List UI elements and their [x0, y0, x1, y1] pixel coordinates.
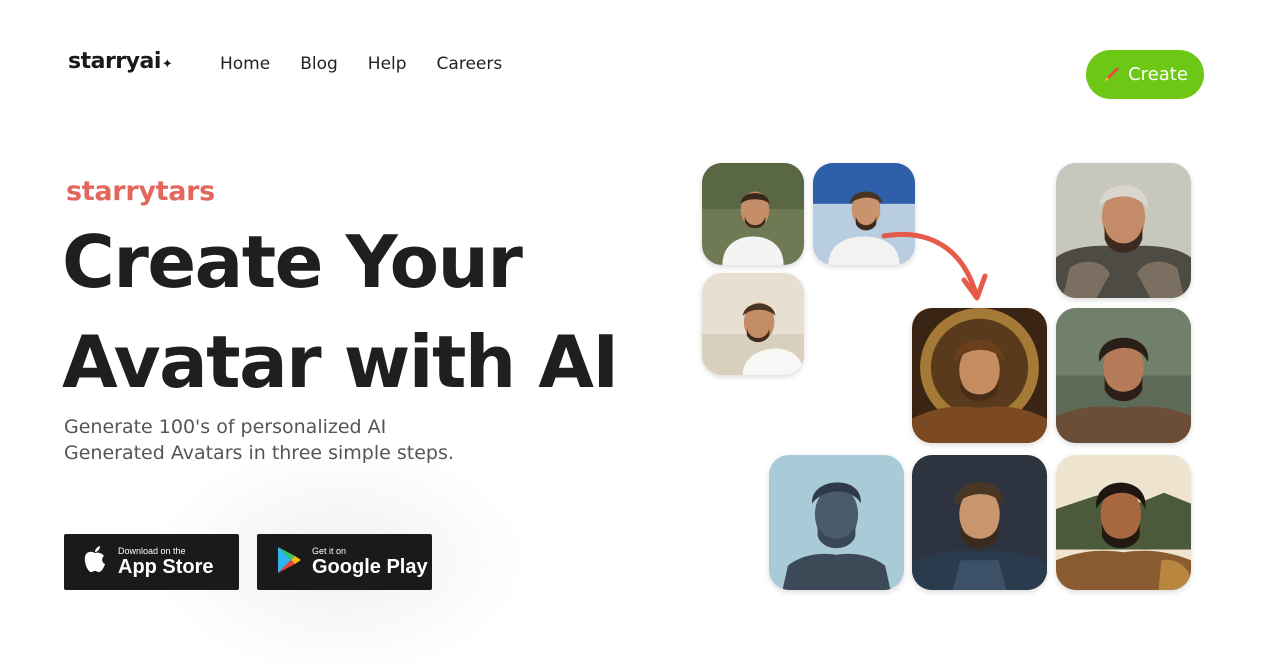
main-nav: Home Blog Help Careers [220, 54, 502, 74]
apple-icon [82, 545, 108, 579]
nav-careers[interactable]: Careers [437, 54, 503, 74]
starrytars-brand: starrytars [66, 176, 215, 207]
avatar-comic [912, 455, 1047, 590]
nav-help[interactable]: Help [368, 54, 407, 74]
google-play-button[interactable]: Get it on Google Play [257, 534, 432, 590]
avatar-forest [1056, 308, 1191, 443]
google-play-big-text: Google Play [312, 556, 428, 578]
avatar-gladiator [1056, 455, 1191, 590]
avatar-golden-halo [912, 308, 1047, 443]
avatar-statue [769, 455, 904, 590]
starryai-logo[interactable]: starryai✦ [68, 49, 173, 74]
avatar-warrior [1056, 163, 1191, 298]
google-play-icon [276, 546, 302, 578]
app-store-small-text: Download on the [118, 546, 186, 556]
create-button[interactable]: Create [1086, 50, 1204, 99]
create-button-label: Create [1128, 64, 1188, 85]
headline-line-2: Avatar with AI [62, 320, 619, 404]
input-photo-1 [702, 163, 804, 265]
paintbrush-icon [1102, 66, 1120, 84]
nav-home[interactable]: Home [220, 54, 270, 74]
app-store-button[interactable]: Download on the App Store [64, 534, 239, 590]
nav-blog[interactable]: Blog [300, 54, 338, 74]
transform-arrow [880, 228, 990, 308]
headline-line-1: Create Your [62, 220, 523, 304]
hero-subtitle: Generate 100's of personalized AI Genera… [64, 416, 454, 464]
input-photo-3 [702, 273, 804, 375]
app-store-big-text: App Store [118, 556, 214, 578]
google-play-small-text: Get it on [312, 546, 347, 556]
